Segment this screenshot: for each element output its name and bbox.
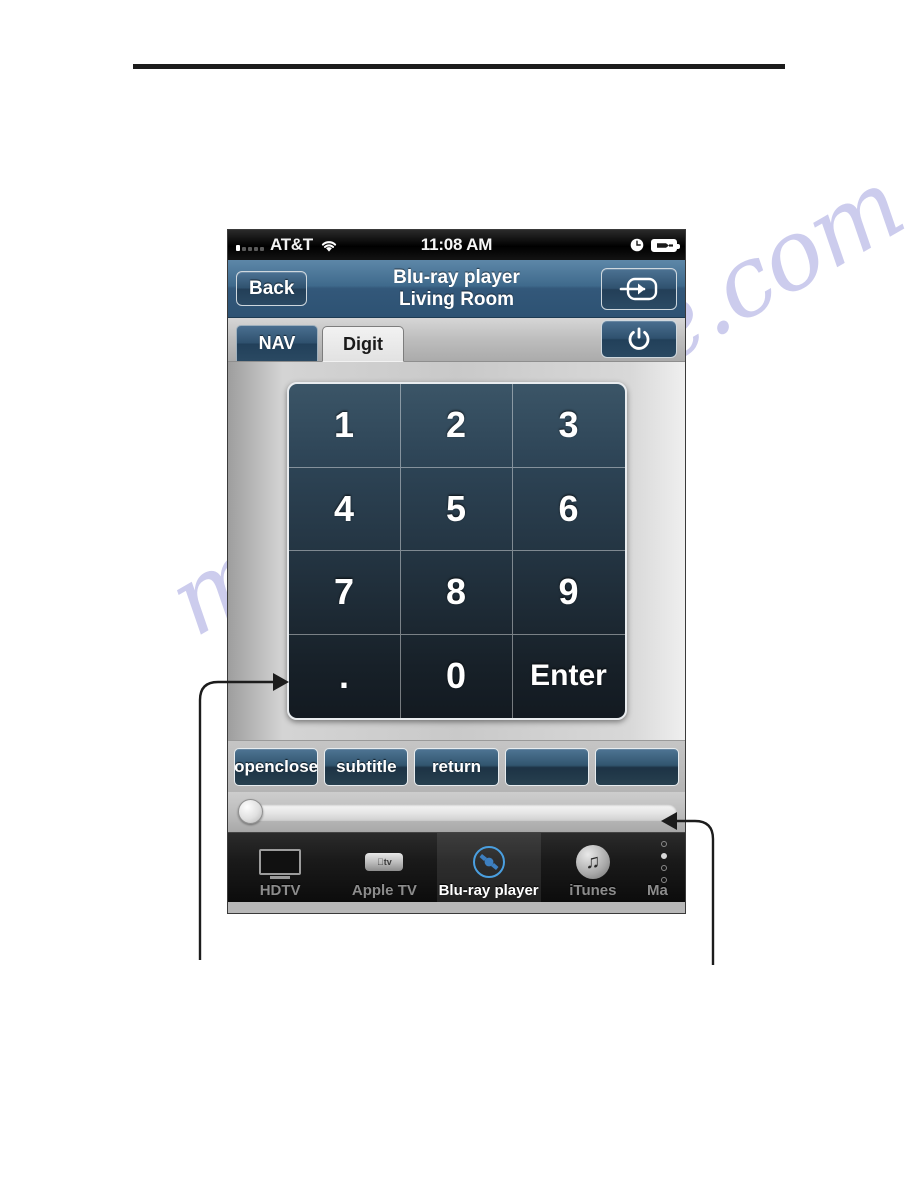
tab-device-blu-ray-player-label: Blu-ray player (438, 882, 539, 899)
tab-digit[interactable]: Digit (322, 326, 404, 362)
key-8[interactable]: 8 (400, 551, 513, 635)
key-7[interactable]: 7 (288, 551, 401, 635)
input-source-icon (619, 277, 658, 300)
tab-device-hdtv[interactable]: HDTV (228, 833, 332, 902)
key-dot[interactable]: . (289, 634, 401, 718)
key-6[interactable]: 6 (512, 468, 625, 551)
ios-status-bar: AT&T 11:08 AM (228, 230, 685, 260)
phone-screenshot: AT&T 11:08 AM Back Blu-ray player Living… (228, 230, 685, 913)
tab-device-itunes[interactable]: ♫ iTunes (541, 833, 645, 902)
status-bar-clock: 11:08 AM (420, 235, 493, 254)
back-button[interactable]: Back (236, 270, 308, 307)
page-dot-4 (661, 877, 667, 883)
device-tab-bar: HDTV tv Apple TV Blu-ray player ♫ (228, 832, 685, 902)
navigation-bar: Back Blu-ray player Living Room (228, 260, 685, 318)
apple-tv-icon: tv (365, 842, 404, 882)
tab-device-itunes-label: iTunes (569, 882, 617, 899)
keypad-region: 1 2 3 4 5 6 7 8 9 . 0 Enter (228, 362, 685, 740)
page-dot-1 (661, 841, 667, 847)
television-icon (259, 842, 302, 882)
key-9[interactable]: 9 (512, 551, 625, 635)
itunes-note-icon: ♫ (575, 842, 610, 882)
macro-button-subtitle[interactable]: subtitle (324, 747, 409, 786)
tab-device-hdtv-label: HDTV (259, 882, 301, 899)
tab-device-apple-tv[interactable]: tv Apple TV (332, 833, 436, 902)
slider-thumb[interactable] (238, 799, 263, 824)
mode-tab-strip: NAV Digit (228, 318, 685, 362)
macro-button-openclose[interactable]: openclose (234, 747, 319, 786)
macro-button-empty-1[interactable] (504, 747, 589, 786)
input-source-button[interactable] (601, 267, 677, 310)
macro-button-empty-2[interactable] (594, 747, 680, 786)
page-dot-3 (661, 865, 667, 871)
page-root: manualshive.com AT&T 11:08 AM (0, 0, 918, 1188)
status-bar-right (630, 238, 680, 252)
key-enter[interactable]: Enter (513, 635, 625, 719)
tab-device-blu-ray-player[interactable]: Blu-ray player (436, 833, 541, 902)
key-5[interactable]: 5 (400, 467, 513, 551)
alarm-clock-icon (630, 238, 644, 252)
battery-charging-icon (651, 238, 680, 252)
page-indicator-dots[interactable] (661, 841, 667, 883)
key-0[interactable]: 0 (401, 634, 513, 718)
blu-ray-disc-icon (472, 842, 506, 882)
power-button[interactable] (601, 320, 677, 358)
tab-device-clipped-label: Ma (647, 882, 668, 899)
page-dot-2 (661, 853, 667, 859)
page-header-rule (133, 64, 785, 69)
page-scroll-slider[interactable] (228, 792, 685, 832)
key-3[interactable]: 3 (512, 384, 625, 468)
tab-nav[interactable]: NAV (236, 325, 318, 361)
macro-button-row: openclose subtitle return (228, 740, 685, 792)
digit-keypad: 1 2 3 4 5 6 7 8 9 . 0 Enter (286, 382, 627, 720)
slider-track[interactable] (248, 803, 677, 821)
key-1[interactable]: 1 (288, 384, 401, 468)
tab-device-apple-tv-label: Apple TV (351, 882, 417, 899)
key-2[interactable]: 2 (400, 384, 513, 468)
power-icon (628, 327, 650, 350)
key-4[interactable]: 4 (288, 467, 401, 551)
macro-button-return[interactable]: return (414, 747, 499, 786)
